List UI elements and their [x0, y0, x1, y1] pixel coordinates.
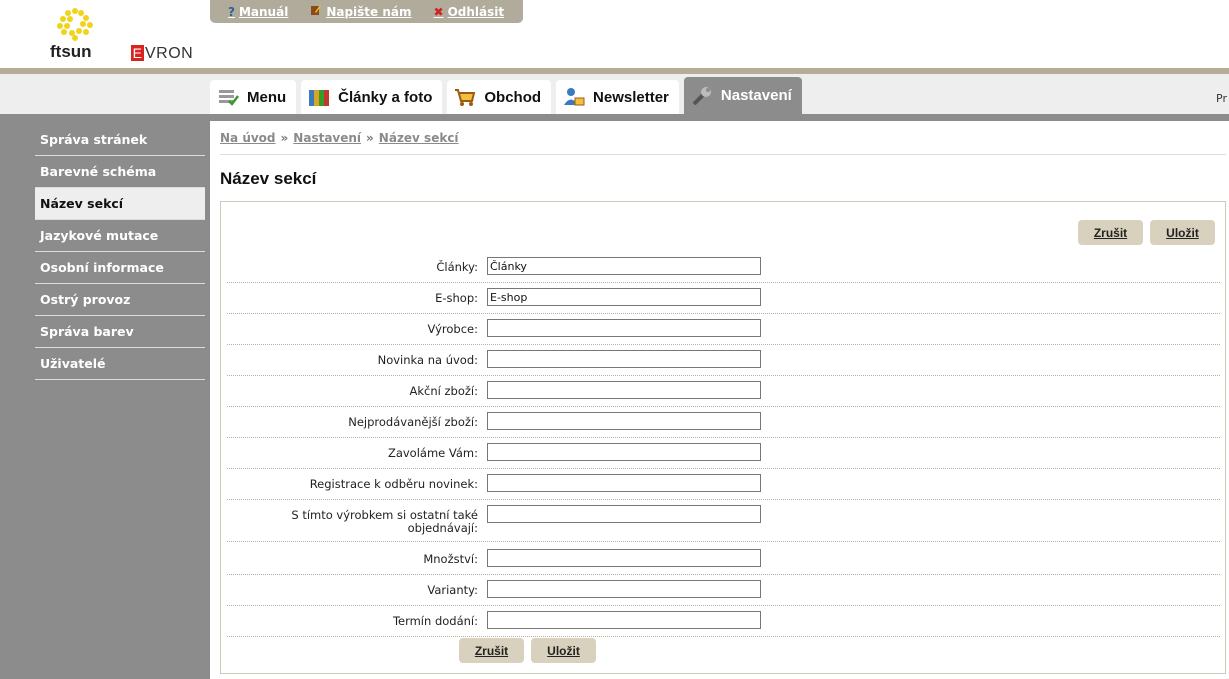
tab-menu[interactable]: Menu — [210, 80, 297, 114]
cart-icon — [455, 89, 476, 106]
brand-text: VRON — [145, 45, 194, 62]
form-row-new-on-home: Novinka na úvod: — [227, 349, 1220, 376]
main-content: Na úvod » Nastavení » Název sekcí Název sekc… — [210, 121, 1229, 679]
articles-input[interactable] — [487, 257, 761, 275]
newsletter-signup-input[interactable] — [487, 474, 761, 492]
callback-input[interactable] — [487, 443, 761, 461]
field-label: Nejprodávanější zboží: — [348, 415, 478, 429]
cancel-button-bottom[interactable]: Zrušit — [459, 638, 524, 663]
form-row-manufacturer: Výrobce: — [227, 318, 1220, 345]
field-label: Množství: — [423, 552, 478, 566]
contact-link[interactable]: Napište nám — [310, 4, 412, 19]
breadcrumb-settings[interactable]: Nastavení — [293, 131, 361, 145]
question-icon: ? — [228, 4, 235, 19]
form-row-newsletter-signup: Registrace k odběru novinek: — [227, 473, 1220, 500]
close-icon: ✖ — [433, 4, 444, 19]
tab-articles[interactable]: Články a foto — [301, 80, 443, 114]
folders-icon — [309, 90, 330, 106]
field-label: Akční zboží: — [409, 384, 478, 398]
brand-initial: E — [131, 45, 144, 61]
sidebar: Správa stránek Barevné schéma Název sekc… — [0, 114, 210, 679]
field-label: Výrobce: — [427, 322, 478, 336]
breadcrumb-home[interactable]: Na úvod — [220, 131, 276, 145]
save-button-top[interactable]: Uložit — [1150, 220, 1215, 245]
form-row-delivery-term: Termín dodání: — [227, 610, 1220, 637]
main-tabs: Menu Články a foto Obchod Newsletter Nas… — [210, 77, 802, 114]
also-ordered-input[interactable] — [487, 505, 761, 523]
sidebar-item-colors[interactable]: Správa barev — [35, 316, 205, 348]
form-row-callback: Zavoláme Vám: — [227, 442, 1220, 469]
sidebar-item-color-scheme[interactable]: Barevné schéma — [35, 156, 205, 188]
sidebar-item-live-mode[interactable]: Ostrý provoz — [35, 284, 205, 316]
form-row-quantity: Množství: — [227, 548, 1220, 575]
breadcrumb: Na úvod » Nastavení » Název sekcí — [220, 131, 459, 145]
wrench-icon — [692, 86, 711, 105]
breadcrumb-current[interactable]: Název sekcí — [379, 131, 459, 145]
section-names-form: Zrušit Uložit Články: E-shop: Výrobce: N… — [220, 201, 1226, 674]
user-mail-icon — [564, 88, 585, 106]
form-row-variants: Varianty: — [227, 579, 1220, 606]
tab-newsletter[interactable]: Newsletter — [556, 80, 679, 114]
svg-text:ftsun: ftsun — [50, 42, 92, 61]
form-row-also-ordered: S tímto výrobkem si ostatní také objedná… — [227, 504, 1220, 542]
field-label: Články: — [436, 260, 478, 274]
user-info-text: Pr — [1216, 92, 1227, 105]
sidebar-item-users[interactable]: Uživatelé — [35, 348, 205, 380]
evron-logo: E VRON — [131, 45, 193, 63]
manufacturer-input[interactable] — [487, 319, 761, 337]
ftsun-logo: ftsun — [48, 4, 108, 64]
logout-link[interactable]: ✖ Odhlásit — [434, 5, 505, 19]
field-label: Varianty: — [427, 583, 478, 597]
breadcrumb-separator: » — [280, 131, 289, 145]
menu-icon — [219, 90, 239, 106]
form-row-articles: Články: — [227, 256, 1220, 283]
save-button-bottom[interactable]: Uložit — [531, 638, 596, 663]
form-row-sale-items: Akční zboží: — [227, 380, 1220, 407]
bestsellers-input[interactable] — [487, 412, 761, 430]
breadcrumb-divider — [220, 154, 1226, 155]
field-label: Termín dodání: — [392, 614, 478, 628]
form-row-eshop: E-shop: — [227, 287, 1220, 314]
field-label: Registrace k odběru novinek: — [309, 477, 478, 491]
top-links: ? Manuál Napište nám ✖ Odhlásit — [210, 0, 523, 23]
sidebar-item-languages[interactable]: Jazykové mutace — [35, 220, 205, 252]
form-row-bestsellers: Nejprodávanější zboží: — [227, 411, 1220, 438]
ftsun-logo-icon: ftsun — [50, 8, 93, 61]
page-title: Název sekcí — [220, 169, 317, 188]
sidebar-item-personal-info[interactable]: Osobní informace — [35, 252, 205, 284]
quantity-input[interactable] — [487, 549, 761, 567]
sidebar-item-pages[interactable]: Správa stránek — [35, 124, 205, 156]
tab-shop[interactable]: Obchod — [447, 80, 552, 114]
field-label: S tímto výrobkem si ostatní také objedná… — [291, 508, 478, 535]
sidebar-item-section-names[interactable]: Název sekcí — [35, 188, 205, 220]
logo-text: ftsun — [50, 42, 92, 61]
delivery-term-input[interactable] — [487, 611, 761, 629]
field-label: Zavoláme Vám: — [387, 446, 478, 460]
eshop-input[interactable] — [487, 288, 761, 306]
field-label: Novinka na úvod: — [377, 353, 478, 367]
breadcrumb-separator: » — [366, 131, 374, 145]
tab-settings[interactable]: Nastavení — [683, 77, 802, 114]
sale-items-input[interactable] — [487, 381, 761, 399]
new-on-home-input[interactable] — [487, 350, 761, 368]
pencil-icon — [310, 4, 322, 19]
cancel-button-top[interactable]: Zrušit — [1078, 220, 1143, 245]
variants-input[interactable] — [487, 580, 761, 598]
field-label: E-shop: — [435, 291, 478, 305]
manual-link[interactable]: ? Manuál — [228, 5, 288, 19]
